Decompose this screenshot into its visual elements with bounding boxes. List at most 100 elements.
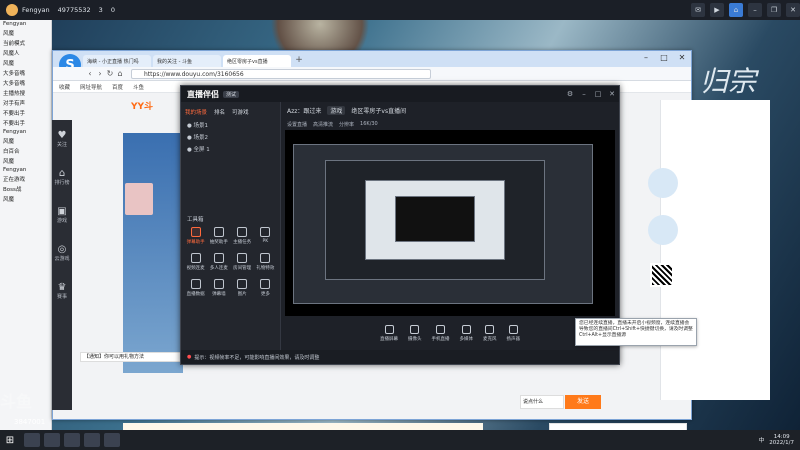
streamer-banner[interactable] xyxy=(123,133,183,373)
scene-item[interactable]: ● 场景2 xyxy=(181,131,280,143)
taskbar-app-icon[interactable] xyxy=(44,433,60,447)
streamer-thumbnail[interactable] xyxy=(125,183,153,215)
start-icon[interactable]: ⊞ xyxy=(0,430,20,450)
chat-list-item[interactable]: Fengyan xyxy=(0,128,51,136)
toolbox-item[interactable]: 抽奖助手 xyxy=(208,227,229,245)
new-tab-button[interactable]: + xyxy=(293,55,305,67)
danmu-input[interactable]: 说点什么 xyxy=(520,395,564,409)
control-button[interactable]: 摄像头 xyxy=(408,324,422,342)
tab-my-scenes[interactable]: 我的场景 xyxy=(185,108,207,116)
back-icon[interactable]: ‹ xyxy=(85,69,95,78)
chat-list-item[interactable]: 当前模式 xyxy=(0,38,51,48)
side-nav-item[interactable]: ♥ 关注 xyxy=(52,120,72,158)
record-icon[interactable]: ▶ xyxy=(710,3,724,17)
taskbar-app-icon[interactable] xyxy=(84,433,100,447)
toolbox-item[interactable]: 视频连麦 xyxy=(185,253,206,271)
chat-icon[interactable]: ✉ xyxy=(691,3,705,17)
bookmark-item[interactable]: 收藏 xyxy=(59,83,70,91)
minimize-icon[interactable]: – xyxy=(577,90,591,98)
subheader-item[interactable]: 设置直播 xyxy=(287,121,307,128)
scene-item[interactable]: ● 场景1 xyxy=(181,119,280,131)
notice-input[interactable]: 【通知】你可以用礼物方法 xyxy=(80,352,190,362)
url-input[interactable]: https://www.douyu.com/3160656 xyxy=(131,68,431,79)
maximize-icon[interactable]: □ xyxy=(591,90,605,98)
tab-games[interactable]: 可游戏 xyxy=(232,108,249,116)
taskbar-app-icon[interactable] xyxy=(24,433,40,447)
toolbox-item[interactable]: 房间管理 xyxy=(232,253,253,271)
toolbox-item[interactable]: 更多 xyxy=(255,279,276,297)
toolbox-title: 工具箱 xyxy=(187,217,204,223)
control-button[interactable]: 扬声器 xyxy=(507,324,520,342)
close-icon[interactable]: ✕ xyxy=(786,3,800,17)
minimize-icon[interactable]: – xyxy=(637,51,655,67)
close-icon[interactable]: ✕ xyxy=(605,90,619,98)
taskbar-app-icon[interactable] xyxy=(104,433,120,447)
toolbox-item[interactable]: 弹幕助手 xyxy=(185,227,206,245)
clock[interactable]: 14:09 2022/1/7 xyxy=(769,434,794,446)
category-pill[interactable]: 游戏 xyxy=(327,105,346,115)
stream-assistant-window: 直播伴侣 测试 ⚙ – □ ✕ 我的场景 排名 可游戏 ● 场景1 ● 场景2 … xyxy=(180,85,620,365)
forward-icon[interactable]: › xyxy=(95,69,105,78)
restore-icon[interactable]: ❐ xyxy=(767,3,781,17)
side-nav-item[interactable]: ◎ 云游戏 xyxy=(52,234,72,272)
toolbox-item[interactable]: 直播数据 xyxy=(185,279,206,297)
chat-list-item[interactable]: 对手有声 xyxy=(0,98,51,108)
chat-list-item[interactable]: Boss战 xyxy=(0,184,51,194)
home-icon[interactable]: ⌂ xyxy=(729,3,743,17)
tab-rank[interactable]: 排名 xyxy=(214,108,225,116)
chat-list-item[interactable]: Fengyan xyxy=(0,166,51,174)
browser-tab[interactable]: 海峡 - 小正直播 热门吗 xyxy=(83,55,151,67)
maximize-icon[interactable]: □ xyxy=(655,51,673,67)
subheader-item[interactable]: 分辨率 xyxy=(339,121,354,128)
bookmark-item[interactable]: 斗鱼 xyxy=(133,83,144,91)
tool-label: 视频连麦 xyxy=(186,266,205,271)
subheader-item[interactable]: 高清推流 xyxy=(313,121,333,128)
toolbox-item[interactable]: PK xyxy=(255,227,276,245)
chat-list-item[interactable]: 白百合 xyxy=(0,146,51,156)
stream-preview[interactable] xyxy=(285,130,615,316)
side-nav-item[interactable]: ⌂ 排行榜 xyxy=(52,158,72,196)
minimize-icon[interactable]: – xyxy=(748,3,762,17)
danmu-send-button[interactable]: 发送 xyxy=(565,395,601,409)
side-nav-item[interactable]: ▣ 游戏 xyxy=(52,196,72,234)
chat-list-item[interactable]: 风魔 xyxy=(0,156,51,166)
chat-list-item[interactable]: 风魔 xyxy=(0,58,51,68)
chat-list-item[interactable]: 风魔 xyxy=(0,28,51,38)
chat-list-item[interactable]: Fengyan xyxy=(0,20,51,28)
toolbox-item[interactable]: 多人连麦 xyxy=(208,253,229,271)
bookmark-item[interactable]: 百度 xyxy=(112,83,123,91)
input-method-indicator[interactable]: 中 xyxy=(759,436,765,444)
browser-tab-active[interactable]: 绝区零房子vs直播 xyxy=(223,55,291,67)
site-logo[interactable]: YY斗 xyxy=(131,99,153,112)
chat-list-item[interactable]: 风魔 xyxy=(0,194,51,204)
chat-list-item[interactable]: 不要出手 xyxy=(0,118,51,128)
toolbox-item[interactable]: 弹幕墙 xyxy=(208,279,229,297)
promo-badge[interactable] xyxy=(648,168,678,198)
control-button[interactable]: 手机直播 xyxy=(432,324,450,342)
toolbox-item[interactable]: 主播任务 xyxy=(232,227,253,245)
toolbox-item[interactable]: 图片 xyxy=(232,279,253,297)
close-icon[interactable]: ✕ xyxy=(673,51,691,67)
stream-title[interactable]: 绝区零房子vs直播间 xyxy=(351,106,406,115)
control-button[interactable]: 直播屏幕 xyxy=(380,324,398,342)
chat-list-item[interactable]: 正在游戏 xyxy=(0,174,51,184)
chat-list-item[interactable]: 不要出手 xyxy=(0,108,51,118)
scene-item[interactable]: ● 全屏 1 xyxy=(181,143,280,155)
bookmark-item[interactable]: 网址导航 xyxy=(80,83,102,91)
chat-list-item[interactable]: 风魔 xyxy=(0,136,51,146)
home-icon[interactable]: ⌂ xyxy=(115,69,125,78)
taskbar-app-icon[interactable] xyxy=(64,433,80,447)
control-button[interactable]: 麦克风 xyxy=(483,324,497,342)
control-button[interactable]: 多媒体 xyxy=(460,324,473,342)
chat-list-item[interactable]: 大多音嘴 xyxy=(0,78,51,88)
chat-list-item[interactable]: 风魔人 xyxy=(0,48,51,58)
refresh-icon[interactable]: ↻ xyxy=(105,69,115,78)
settings-icon[interactable]: ⚙ xyxy=(563,90,577,98)
promo-badge[interactable] xyxy=(648,215,678,245)
chat-list-item[interactable]: 大多音嘴 xyxy=(0,68,51,78)
toolbox-item[interactable]: 礼物特效 xyxy=(255,253,276,271)
side-nav-item[interactable]: ♛ 赛事 xyxy=(52,272,72,310)
chat-list-item[interactable]: 主播热搜 xyxy=(0,88,51,98)
browser-tab[interactable]: 我的关注 - 斗鱼 xyxy=(153,55,221,67)
avatar[interactable] xyxy=(6,4,18,16)
